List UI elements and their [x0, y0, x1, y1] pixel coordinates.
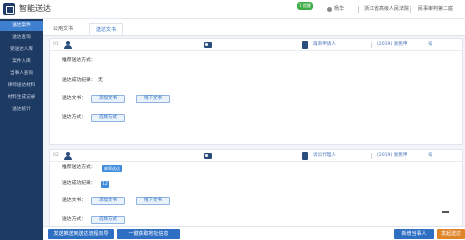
sidebar-item-delivery-stats[interactable]: 送达统计 [0, 105, 43, 115]
app-title: 智能送达 [19, 4, 51, 13]
app-logo-icon [3, 3, 15, 15]
divider [371, 42, 372, 48]
id-card-icon [204, 42, 212, 48]
notification-badge[interactable]: 1 提醒 [297, 2, 313, 10]
party-role: 诉讼代理人 [313, 153, 336, 158]
delivery-method-label: 送达方式： [62, 115, 86, 120]
send-to-wizard-button[interactable]: 发送推送到送达流程向导 [48, 229, 114, 239]
case-number: (2019) 浙民申 [377, 42, 408, 47]
party-panel: 01 再审申请人 (2019) 浙民申 号 推荐送达方式： 送达成功纪录： 无 … [49, 38, 463, 145]
tab-bar: 公用文书 送达文书 [43, 19, 465, 36]
success-record-label: 送达成功纪录： [62, 181, 96, 186]
person-icon [64, 41, 72, 49]
fetch-address-button[interactable]: 一键获取地址信息 [117, 229, 180, 239]
party-role: 再审申请人 [313, 42, 336, 47]
success-record-count[interactable]: 12 [101, 180, 109, 188]
party-index: 01 [53, 42, 59, 47]
header-divider [410, 6, 411, 13]
party-panel: 02 诉讼代理人 (2019) 浙民申 号 推荐送达方式： 邮寄送达 送达成功纪… [49, 149, 463, 237]
top-header: 智能送达 1 提醒 杨华 浙江省高级人民法院 民事审判第二庭 [0, 0, 465, 19]
success-record-label: 送达成功纪录： [62, 78, 96, 83]
offline-document-button[interactable]: 线下文书 [136, 197, 170, 205]
header-divider [358, 6, 359, 13]
case-number: (2019) 浙民申 [377, 153, 408, 158]
delivery-docs-label: 送达文书： [62, 198, 86, 203]
sidebar-item-delivery-cases[interactable]: 送达案件 [0, 21, 43, 31]
id-card-icon [204, 153, 212, 159]
success-record-value: 无 [98, 78, 103, 83]
case-number-suffix: 号 [428, 42, 433, 47]
person-icon [64, 152, 72, 160]
recommended-method-tag: 邮寄送达 [102, 164, 122, 172]
choose-method-button[interactable]: 选择方式 [91, 114, 125, 122]
delivery-method-label: 送达方式： [62, 217, 86, 222]
sidebar-item-lawyer-materials[interactable]: 律师送达材料 [0, 81, 43, 91]
sidebar-item-delivery-query[interactable]: 送达查询 [0, 33, 43, 43]
more-options-icon[interactable] [442, 211, 449, 213]
offline-document-button[interactable]: 线下文书 [136, 95, 170, 103]
choose-method-button[interactable]: 选择方式 [91, 216, 125, 224]
sidebar-item-recipient-library[interactable]: 受送达人库 [0, 45, 43, 55]
delivery-docs-label: 送达文书： [62, 96, 86, 101]
add-document-button[interactable]: 添加文书 [91, 197, 125, 205]
add-party-button[interactable]: 新增当事人 [394, 229, 434, 239]
current-user[interactable]: 杨华 [334, 6, 344, 13]
department-name: 民事审判第二庭 [418, 6, 454, 12]
party-index: 02 [53, 153, 59, 158]
sidebar-item-party-query[interactable]: 当事人查询 [0, 69, 43, 79]
tab-delivery-documents[interactable]: 送达文书 [89, 23, 124, 35]
party-header: 02 诉讼代理人 (2019) 浙民申 号 [50, 150, 462, 162]
sidebar-item-material-records[interactable]: 材料生成记录 [0, 93, 43, 103]
document-icon [302, 152, 308, 160]
sidebar: 送达案件 送达查询 受送达人库 案件入库 当事人查询 律师送达材料 材料生成记录… [0, 19, 43, 240]
recommended-method-label: 推荐送达方式： [62, 58, 96, 63]
sidebar-item-case-import[interactable]: 案件入库 [0, 57, 43, 67]
bottom-action-bar: 发送推送到送达流程向导 一键获取地址信息 新增当事人 发起送达 [43, 226, 465, 240]
party-header: 01 再审申请人 (2019) 浙民申 号 [50, 39, 462, 51]
start-delivery-button[interactable]: 发起送达 [437, 229, 465, 239]
document-icon [302, 41, 308, 49]
recommended-method-label: 推荐送达方式： [62, 165, 96, 170]
user-icon [327, 7, 332, 12]
court-name: 浙江省高级人民法院 [364, 6, 410, 12]
add-document-button[interactable]: 添加文书 [91, 95, 125, 103]
tab-public-documents[interactable]: 公用文书 [47, 23, 79, 35]
case-number-suffix: 号 [428, 153, 433, 158]
divider [371, 153, 372, 159]
main-content: 公用文书 送达文书 01 再审申请人 (2019) 浙民申 号 推荐送达方式： … [43, 19, 465, 240]
